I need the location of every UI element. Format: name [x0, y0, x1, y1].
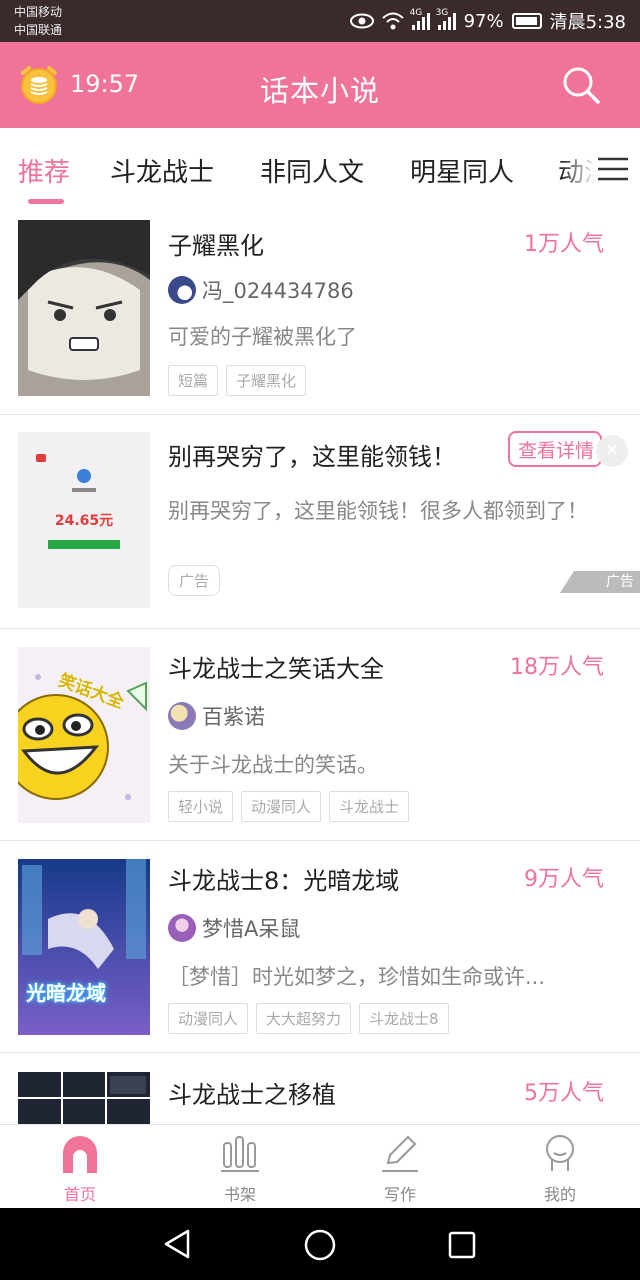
eye-icon	[349, 13, 374, 29]
net-type-1: 4G	[409, 8, 423, 18]
app-header: 19:57 话本小说	[0, 42, 640, 128]
nav-label: 我的	[543, 1185, 576, 1204]
popularity: 18万人气	[510, 655, 604, 680]
tag[interactable]: 动漫同人	[168, 1003, 249, 1034]
author-name: 百紫诺	[202, 705, 265, 729]
tab-recommend[interactable]: 推荐	[18, 152, 70, 189]
signal-3g-icon: 3G	[436, 8, 456, 30]
nav-write[interactable]: 写作	[360, 1133, 440, 1204]
popularity: 9万人气	[524, 867, 604, 892]
avatar	[168, 914, 196, 942]
tag[interactable]: 短篇	[168, 365, 219, 396]
signal-4g-icon: 4G	[410, 8, 430, 30]
item-title: 斗龙战士之笑话大全	[168, 655, 384, 683]
back-icon[interactable]	[160, 1228, 194, 1260]
popularity: 5万人气	[524, 1081, 604, 1106]
cover-image: 光暗龙域	[18, 859, 150, 1035]
clock: 清晨5:38	[549, 12, 626, 33]
status-bar: 中国移动 中国联通 4G 3G 97% 清晨5:38	[0, 0, 640, 42]
menu-icon[interactable]	[596, 156, 630, 182]
avatar	[168, 276, 196, 304]
battery-icon	[511, 13, 542, 29]
tab-indicator	[28, 199, 64, 204]
view-details-button[interactable]: 查看详情	[508, 431, 602, 467]
popularity: 1万人气	[524, 232, 604, 257]
list-item[interactable]: 笑话大全 斗龙战士之笑话大全 18万人气 百紫诺 关于斗龙战士的笑话。 轻小说 …	[0, 629, 640, 841]
tag-list: 动漫同人 大大超努力 斗龙战士8	[168, 1003, 449, 1034]
tag[interactable]: 子耀黑化	[226, 365, 307, 396]
ad-tag: 广告	[168, 565, 221, 596]
ad-badge: 广告	[560, 571, 640, 593]
author[interactable]: 冯_024434786	[168, 275, 354, 305]
wifi-icon	[381, 12, 404, 30]
tab-original[interactable]: 非同人文	[260, 152, 364, 189]
ad-description: 别再哭穷了，这里能领钱！很多人都领到了！	[168, 499, 588, 523]
nav-profile[interactable]: 我的	[520, 1133, 600, 1204]
home-circle-icon[interactable]	[303, 1228, 337, 1262]
list-item[interactable]: 光暗龙域 斗龙战士8：光暗龙域 9万人气 梦惜A呆鼠 ［梦惜］时光如梦之，珍惜如…	[0, 841, 640, 1053]
ad-badge-label: 广告	[606, 574, 634, 590]
system-nav-bar	[0, 1208, 640, 1280]
home-icon	[63, 1136, 97, 1173]
avatar	[168, 702, 196, 730]
tag-list: 轻小说 动漫同人 斗龙战士	[168, 791, 410, 822]
tag[interactable]: 大大超努力	[256, 1003, 352, 1034]
net-type-2: 3G	[435, 8, 449, 18]
author-name: 梦惜A呆鼠	[202, 917, 301, 941]
nav-label: 写作	[383, 1185, 416, 1204]
carrier-1: 中国移动	[14, 5, 63, 19]
list-item[interactable]: 斗龙战士之移植 5万人气	[0, 1053, 640, 1124]
pen-icon	[382, 1135, 418, 1172]
carrier-2: 中国联通	[14, 23, 63, 37]
profile-icon	[546, 1135, 574, 1171]
search-icon[interactable]	[560, 64, 602, 106]
ad-item[interactable]: 24.65元 别再哭穷了，这里能领钱！ 查看详情 ✕ 别再哭穷了，这里能领钱！很…	[0, 415, 640, 629]
bottom-nav: 首页 书架 写作 我的	[0, 1124, 640, 1209]
item-title: 斗龙战士之移植	[168, 1081, 336, 1109]
recents-icon[interactable]	[447, 1230, 477, 1260]
ad-title: 别再哭穷了，这里能领钱！	[168, 443, 456, 471]
item-description: ［梦惜］时光如梦之，珍惜如生命或许...	[168, 965, 546, 989]
nav-home[interactable]: 首页	[40, 1133, 120, 1204]
tag[interactable]: 动漫同人	[241, 791, 322, 822]
item-title: 子耀黑化	[168, 232, 264, 260]
cover-image: 笑话大全	[18, 647, 150, 823]
bookshelf-icon	[221, 1136, 259, 1172]
ad-amount: 24.65元	[54, 513, 114, 529]
nav-label: 首页	[63, 1185, 96, 1204]
tag[interactable]: 斗龙战士	[329, 791, 410, 822]
battery-percent: 97%	[463, 10, 504, 32]
list-item[interactable]: 子耀黑化 1万人气 冯_024434786 可爱的子耀被黑化了 短篇 子耀黑化	[0, 208, 640, 415]
cover-image	[18, 1072, 150, 1124]
nav-bookshelf[interactable]: 书架	[200, 1133, 280, 1204]
status-icons: 4G 3G 97% 清晨5:38	[349, 8, 626, 34]
ad-image: 24.65元	[18, 432, 150, 608]
page-title: 话本小说	[259, 74, 380, 108]
tab-doulong[interactable]: 斗龙战士	[110, 152, 214, 189]
cover-image	[18, 220, 150, 396]
author-name: 冯_024434786	[202, 279, 354, 303]
tab-celebrity[interactable]: 明星同人	[410, 152, 514, 189]
cover-title: 光暗龙域	[26, 981, 106, 1005]
author[interactable]: 百紫诺	[168, 701, 265, 731]
close-icon[interactable]: ✕	[596, 435, 628, 467]
author[interactable]: 梦惜A呆鼠	[168, 913, 300, 943]
tag[interactable]: 轻小说	[168, 791, 234, 822]
tag[interactable]: 斗龙战士8	[359, 1003, 449, 1034]
item-description: 关于斗龙战士的笑话。	[168, 753, 378, 777]
nav-label: 书架	[223, 1185, 256, 1204]
category-tabs: 推荐 斗龙战士 非同人文 明星同人 动漫	[0, 128, 640, 209]
item-title: 斗龙战士8：光暗龙域	[168, 867, 400, 895]
tag-list: 短篇 子耀黑化	[168, 365, 307, 396]
item-description: 可爱的子耀被黑化了	[168, 325, 357, 349]
